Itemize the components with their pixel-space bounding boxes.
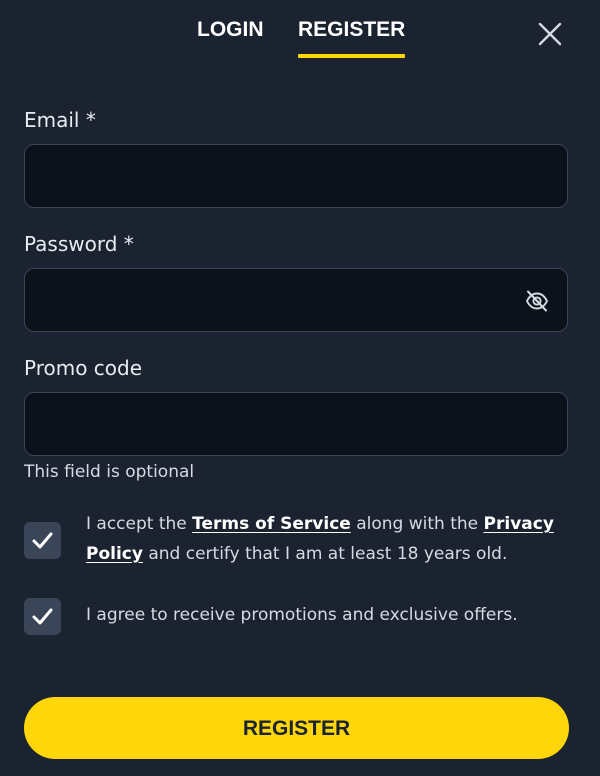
email-field-container xyxy=(24,144,568,208)
auth-tabs: LOGIN REGISTER xyxy=(0,0,600,60)
promo-helper-text: This field is optional xyxy=(24,462,195,482)
terms-checkbox[interactable] xyxy=(24,522,61,559)
promo-code-field-container xyxy=(24,392,568,456)
promotions-checkbox[interactable] xyxy=(24,598,61,635)
tab-login[interactable]: LOGIN xyxy=(197,18,264,58)
email-field[interactable] xyxy=(25,145,567,207)
terms-middle: along with the xyxy=(350,514,484,534)
terms-consent-text: I accept the Terms of Service along with… xyxy=(86,509,570,569)
close-icon xyxy=(538,22,562,46)
register-button[interactable]: REGISTER xyxy=(24,697,569,759)
eye-slash-icon[interactable] xyxy=(525,290,549,312)
check-icon xyxy=(32,532,53,549)
password-field[interactable] xyxy=(25,269,567,331)
check-icon xyxy=(32,608,53,625)
promo-code-label: Promo code xyxy=(24,356,143,380)
tab-register[interactable]: REGISTER xyxy=(298,18,406,58)
promo-code-field[interactable] xyxy=(25,393,567,455)
promotions-consent-text: I agree to receive promotions and exclus… xyxy=(86,605,518,625)
password-field-container xyxy=(24,268,568,332)
close-button[interactable] xyxy=(536,20,564,48)
terms-suffix: and certify that I am at least 18 years … xyxy=(142,544,508,564)
terms-of-service-link[interactable]: Terms of Service xyxy=(192,514,351,534)
active-tab-indicator xyxy=(298,54,406,58)
terms-prefix: I accept the xyxy=(86,514,193,534)
email-label: Email * xyxy=(24,108,96,132)
password-label: Password * xyxy=(24,232,134,256)
tab-register-label: REGISTER xyxy=(298,18,406,41)
